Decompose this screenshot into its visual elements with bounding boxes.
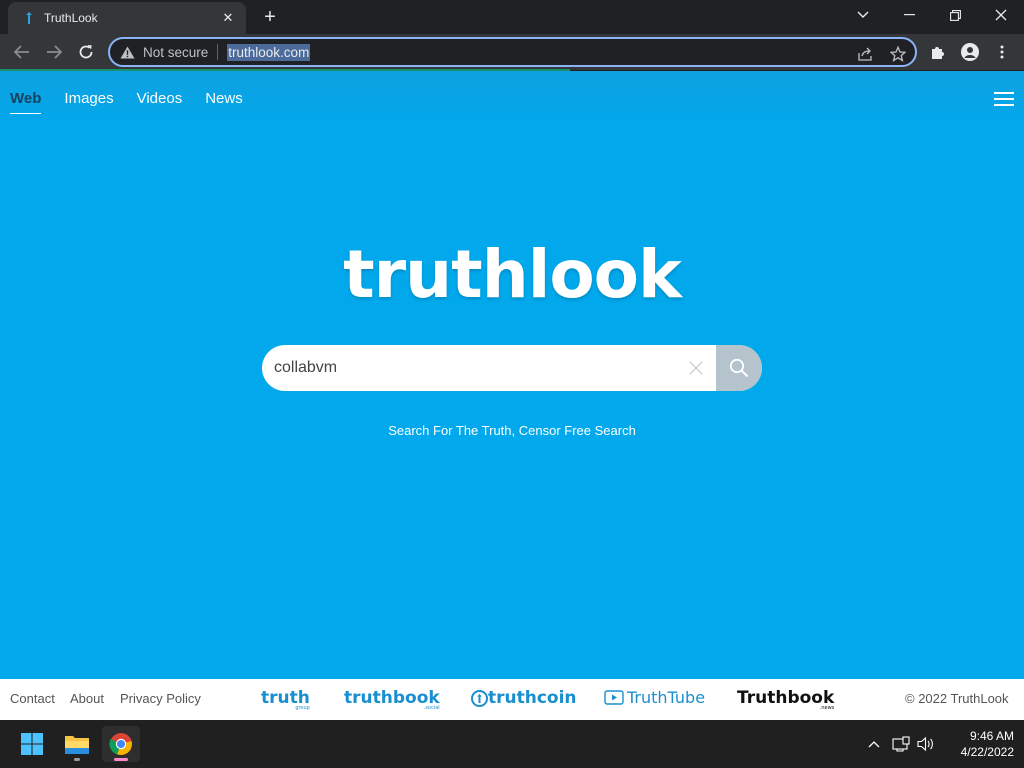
truthlook-page: Web Images Videos News truthlook Search … bbox=[0, 71, 1024, 679]
truthlook-logo: truthlook bbox=[343, 236, 682, 313]
coin-icon bbox=[471, 689, 488, 707]
tab-close-icon[interactable]: ✕ bbox=[220, 10, 236, 26]
tab-search-icon[interactable] bbox=[840, 0, 886, 30]
browser-toolbar: Not secure truthlook.com bbox=[0, 34, 1024, 70]
nav-news[interactable]: News bbox=[205, 90, 243, 114]
back-arrow-icon[interactable] bbox=[8, 38, 36, 66]
footer-about-link[interactable]: About bbox=[70, 691, 104, 706]
bookmark-star-icon[interactable] bbox=[888, 44, 908, 64]
chrome-taskbar-icon[interactable] bbox=[102, 726, 140, 762]
windows-taskbar: 9:46 AM 4/22/2022 bbox=[0, 720, 1024, 768]
footer-privacy-link[interactable]: Privacy Policy bbox=[120, 691, 201, 706]
tagline: Search For The Truth, Censor Free Search bbox=[388, 423, 636, 438]
network-icon[interactable] bbox=[891, 734, 911, 754]
reload-icon[interactable] bbox=[72, 38, 100, 66]
close-window-icon[interactable] bbox=[978, 0, 1024, 30]
hamburger-menu-icon[interactable] bbox=[994, 92, 1014, 108]
file-explorer-icon[interactable] bbox=[58, 726, 96, 762]
profile-icon[interactable] bbox=[956, 38, 984, 66]
page-footer: Contact About Privacy Policy truth group… bbox=[0, 679, 1024, 720]
clear-search-icon[interactable] bbox=[676, 345, 716, 391]
restore-icon[interactable] bbox=[932, 0, 978, 30]
brand-truthtube-logo[interactable]: TruthTube bbox=[604, 688, 705, 707]
taskbar-indicator bbox=[74, 758, 80, 761]
clock-time: 9:46 AM bbox=[969, 729, 1014, 743]
brand-truthcoin-name: truthcoin bbox=[488, 688, 577, 708]
forward-arrow-icon[interactable] bbox=[40, 38, 68, 66]
taskbar-clock[interactable]: 9:46 AM 4/22/2022 bbox=[940, 728, 1014, 760]
brand-truthbook-social-logo[interactable]: truthbook .social bbox=[344, 688, 440, 711]
tab-title: TruthLook bbox=[44, 11, 98, 25]
brand-truth-logo[interactable]: truth group bbox=[261, 688, 310, 711]
copyright: © 2022 TruthLook bbox=[905, 691, 1009, 706]
nav-images[interactable]: Images bbox=[64, 90, 113, 114]
new-tab-button[interactable]: + bbox=[259, 7, 281, 29]
show-hidden-icons-chevron-icon[interactable] bbox=[864, 734, 884, 754]
browser-titlebar: TruthLook ✕ + bbox=[0, 0, 1024, 34]
magnifier-icon bbox=[729, 358, 749, 378]
browser-menu-icon[interactable] bbox=[988, 38, 1016, 66]
search-input[interactable] bbox=[262, 345, 676, 391]
security-status[interactable]: Not secure bbox=[143, 45, 208, 60]
url-text[interactable]: truthlook.com bbox=[227, 43, 311, 61]
search-button[interactable] bbox=[716, 345, 762, 391]
browser-tab[interactable]: TruthLook ✕ bbox=[8, 2, 246, 34]
taskbar-active-indicator bbox=[114, 758, 128, 761]
truthlook-favicon-icon bbox=[22, 11, 36, 25]
minimize-icon[interactable] bbox=[886, 0, 932, 30]
play-icon bbox=[604, 690, 624, 705]
brand-truthcoin-logo[interactable]: truthcoin bbox=[471, 688, 577, 708]
warning-icon[interactable] bbox=[119, 44, 135, 60]
nav-videos[interactable]: Videos bbox=[137, 90, 183, 114]
omnibox-divider bbox=[217, 44, 219, 60]
extensions-puzzle-icon[interactable] bbox=[924, 38, 952, 66]
footer-contact-link[interactable]: Contact bbox=[10, 691, 55, 706]
nav-web[interactable]: Web bbox=[10, 90, 42, 114]
share-icon[interactable] bbox=[856, 44, 876, 64]
brand-truthtube-name: TruthTube bbox=[627, 688, 706, 707]
clock-date: 4/22/2022 bbox=[960, 745, 1014, 759]
address-bar[interactable]: Not secure truthlook.com bbox=[108, 37, 917, 67]
search-type-nav: Web Images Videos News bbox=[10, 90, 266, 114]
volume-icon[interactable] bbox=[916, 734, 936, 754]
search-box bbox=[262, 345, 762, 391]
windows-start-icon[interactable] bbox=[13, 726, 51, 762]
brand-truthbook-news-logo[interactable]: Truthbook .news bbox=[737, 688, 834, 711]
